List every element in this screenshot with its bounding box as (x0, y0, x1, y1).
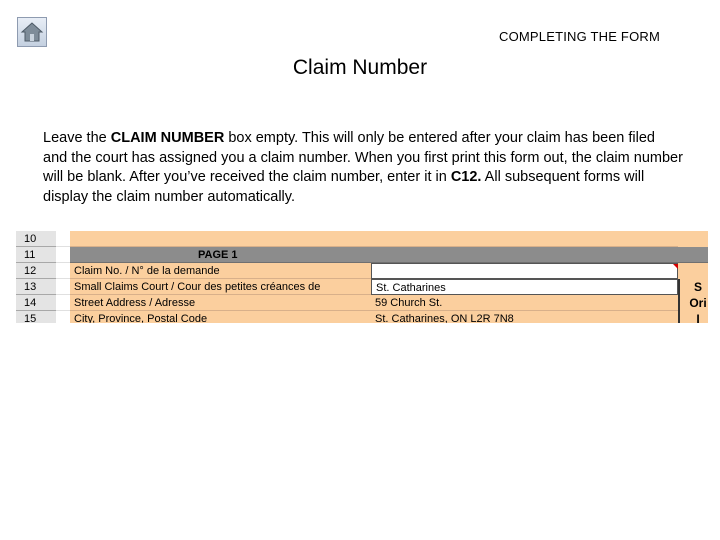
court-label: Small Claims Court / Cour des petites cr… (70, 279, 371, 295)
row-number: 13 (16, 279, 56, 295)
home-icon (20, 22, 44, 42)
sheet-row: 13 Small Claims Court / Cour des petites… (16, 279, 708, 295)
claim-number-label: Claim No. / N° de la demande (70, 263, 371, 279)
row-number: 11 (16, 247, 56, 263)
instruction-paragraph: Leave the CLAIM NUMBER box empty. This w… (43, 129, 683, 207)
page-title: Claim Number (292, 56, 428, 79)
row-number: 10 (16, 231, 56, 247)
cell[interactable] (678, 231, 708, 247)
cell[interactable] (70, 231, 371, 247)
cell[interactable] (371, 231, 678, 247)
row-number: 14 (16, 295, 56, 311)
street-address-label: Street Address / Adresse (70, 295, 371, 311)
cell[interactable]: Ori (678, 295, 708, 311)
page-label: PAGE 1 (70, 247, 371, 263)
city-cell[interactable]: St. Catharines, ON L2R 7N8 (371, 311, 678, 323)
cell[interactable]: I (678, 311, 708, 323)
sheet-row: 14 Street Address / Adresse 59 Church St… (16, 295, 708, 311)
claim-number-term: CLAIM NUMBER (110, 130, 225, 146)
cell-reference: C12. (450, 169, 482, 185)
sheet-row: 10 (16, 231, 708, 247)
court-value-cell[interactable]: St. Catharines (371, 279, 678, 295)
home-button[interactable] (17, 17, 47, 47)
sheet-row: 11 PAGE 1 (16, 247, 708, 263)
cell[interactable] (678, 247, 708, 263)
cell[interactable] (678, 263, 708, 279)
cell[interactable]: S (678, 279, 708, 295)
claim-number-cell[interactable] (371, 263, 678, 279)
city-label: City, Province, Postal Code (70, 311, 371, 323)
street-address-cell[interactable]: 59 Church St. (371, 295, 678, 311)
section-label: COMPLETING THE FORM (498, 29, 660, 44)
sheet-row: 15 City, Province, Postal Code St. Catha… (16, 311, 708, 323)
sheet-row: 12 Claim No. / N° de la demande (16, 263, 708, 279)
row-number: 15 (16, 311, 56, 323)
row-number: 12 (16, 263, 56, 279)
text-segment: Leave the (43, 130, 111, 146)
spreadsheet-excerpt: 10 11 PAGE 1 12 Claim No. / N° de la dem… (16, 231, 708, 323)
cell[interactable] (371, 247, 678, 263)
